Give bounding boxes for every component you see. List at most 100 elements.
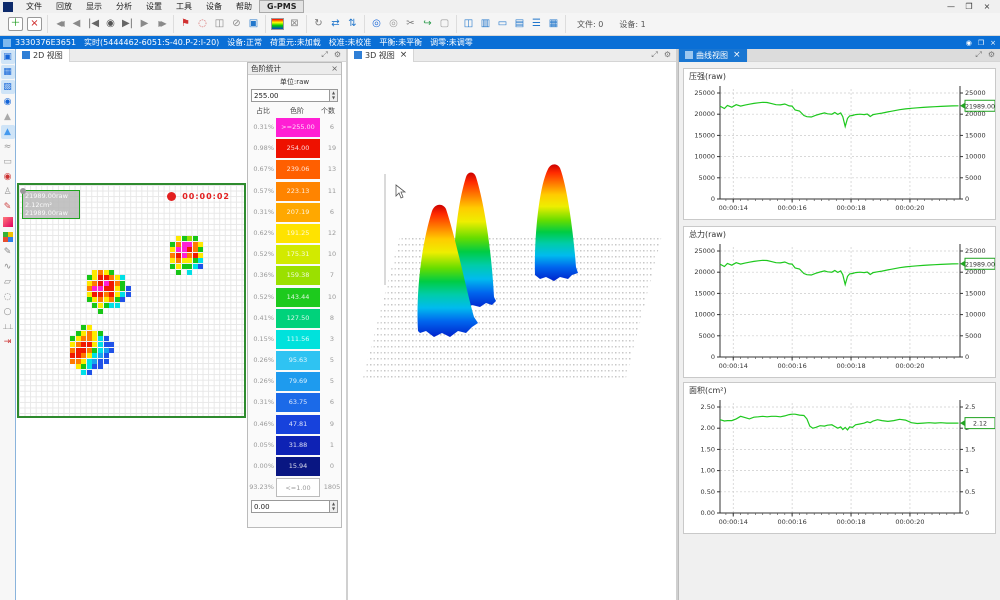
menu-回放[interactable]: 回放 xyxy=(49,0,79,13)
view-quad-icon[interactable]: ▦ xyxy=(1,65,15,79)
area-curve-chart[interactable]: 0.0000.500.51.0011.501.52.0022.502.500:0… xyxy=(684,397,995,533)
snapshot-icon[interactable]: ▣ xyxy=(245,16,262,32)
max-value-input[interactable]: 255.00 ▲▼ xyxy=(251,89,338,102)
level-calibrate-icon[interactable]: ⊥⊥ xyxy=(1,320,15,334)
colormap-icon[interactable] xyxy=(271,18,284,30)
camera-off-icon[interactable]: ⊘ xyxy=(228,16,245,32)
menu-帮助[interactable]: 帮助 xyxy=(229,0,259,13)
force-curve-chart[interactable]: 0050005000100001000015000150002000020000… xyxy=(684,241,995,377)
avg-curve-icon[interactable]: ≈ xyxy=(1,140,15,154)
region-icon[interactable]: ▢ xyxy=(436,16,453,32)
color-scale-header[interactable]: 色阶统计 × xyxy=(248,63,341,75)
mesh-tool-icon[interactable]: ▨ xyxy=(1,80,15,94)
close-view-icon[interactable]: × xyxy=(27,17,42,31)
min-value-input[interactable]: 0.00 ▲▼ xyxy=(251,500,338,513)
row-percent: 0.67% xyxy=(248,165,274,173)
measurement-tooltip[interactable]: 21989.00raw 2.12cm² 21989.00raw xyxy=(22,190,80,219)
dashed-circle-icon[interactable]: ◌ xyxy=(194,16,211,32)
polygon-icon[interactable]: ▱ xyxy=(1,275,15,289)
status-items: 设备:正常荷重元:未加载校准:未校准平衡:未平衡调零:未调零 xyxy=(227,37,481,48)
tab-3d-view[interactable]: 3D 视图 × xyxy=(348,49,414,62)
maximize-button[interactable]: ❐ xyxy=(962,0,976,13)
play-icon[interactable]: ▶ xyxy=(136,16,153,32)
add-view-icon[interactable]: ＋ xyxy=(8,17,23,31)
palette-grid-icon[interactable] xyxy=(1,230,15,244)
refresh-icon[interactable]: ↻ xyxy=(310,16,327,32)
gear-icon[interactable]: ⚙ xyxy=(334,50,341,60)
color-scale-row: 0.52%143.4410 xyxy=(248,287,341,308)
sensor-dot-icon[interactable]: ◉ xyxy=(1,95,15,109)
svg-text:0: 0 xyxy=(965,195,969,203)
probe-pen-icon[interactable]: ✎ xyxy=(1,200,15,214)
pressure-map-2d[interactable]: 21989.00raw 2.12cm² 21989.00raw 00:00:02 xyxy=(17,183,246,418)
max-spinner[interactable]: ▲▼ xyxy=(329,90,337,101)
expand-icon[interactable]: ⤢ xyxy=(975,50,981,60)
ellipse-nodes-icon[interactable]: ◌ xyxy=(1,290,15,304)
gear-icon[interactable]: ⚙ xyxy=(988,50,995,60)
menu-显示[interactable]: 显示 xyxy=(79,0,109,13)
minimize-button[interactable]: — xyxy=(944,0,958,13)
circle-tool-icon[interactable]: ○ xyxy=(1,305,15,319)
gradient-swatch-icon[interactable] xyxy=(1,215,15,229)
menu-设备[interactable]: 设备 xyxy=(199,0,229,13)
swap-vertical-icon[interactable]: ⇅ xyxy=(344,16,361,32)
record-target-icon[interactable]: ◉ xyxy=(1,170,15,184)
menu-G-PMS[interactable]: G-PMS xyxy=(259,0,304,13)
camera-icon[interactable]: ◫ xyxy=(211,16,228,32)
pressure-curve-chart[interactable]: 0050005000100001000015000150002000020000… xyxy=(684,83,995,219)
target-icon[interactable]: ◎ xyxy=(385,16,402,32)
main-area: ▣▦▨◉▲▲≈▭◉♙✎✎∿▱◌○⊥⊥⇥ 2D 视图 ⤢ ⚙ 21989.00ra… xyxy=(0,49,1000,600)
layout-grid-icon[interactable]: ▦ xyxy=(545,16,562,32)
statusbar-close-icon[interactable]: × xyxy=(990,39,996,47)
layout-monitor-icon[interactable]: ▤ xyxy=(511,16,528,32)
prism-3d-icon[interactable]: ▲ xyxy=(1,125,15,139)
skip-start-icon[interactable]: |◀ xyxy=(85,16,102,32)
tab-curve-view[interactable]: 曲线视图 × xyxy=(679,49,748,62)
target-active-icon[interactable]: ◎ xyxy=(368,16,385,32)
close-button[interactable]: × xyxy=(980,0,994,13)
min-spinner[interactable]: ▲▼ xyxy=(329,501,337,512)
menu-工具[interactable]: 工具 xyxy=(169,0,199,13)
tooltip-handle[interactable] xyxy=(20,188,26,194)
prism-flat-icon[interactable]: ▲ xyxy=(1,110,15,124)
chart-title: 面积(cm²) xyxy=(689,385,727,396)
svg-text:25000: 25000 xyxy=(965,247,986,255)
surface-3d-plot[interactable] xyxy=(348,62,676,600)
statusbar-record-icon[interactable]: ◉ xyxy=(966,39,972,47)
gear-icon[interactable]: ⚙ xyxy=(664,50,671,60)
expand-icon[interactable]: ⤢ xyxy=(651,50,657,60)
menu-分析[interactable]: 分析 xyxy=(109,0,139,13)
tab-2d-view[interactable]: 2D 视图 xyxy=(16,49,70,62)
user-probe-icon[interactable]: ♙ xyxy=(1,185,15,199)
view-2d-icon[interactable]: ▣ xyxy=(1,50,15,64)
expand-icon[interactable]: ⤢ xyxy=(321,50,327,60)
menu-设置[interactable]: 设置 xyxy=(139,0,169,13)
exit-tool-icon[interactable]: ⇥ xyxy=(1,335,15,349)
avg-box-icon[interactable]: ▭ xyxy=(1,155,15,169)
svg-text:5000: 5000 xyxy=(698,332,715,340)
record-stop-icon[interactable]: ◉ xyxy=(102,16,119,32)
export-icon[interactable]: ↪ xyxy=(419,16,436,32)
color-scale-close-icon[interactable]: × xyxy=(331,64,338,73)
layout-list-icon[interactable]: ☰ xyxy=(528,16,545,32)
eraser-icon[interactable]: ⊠ xyxy=(286,16,303,32)
statusbar-maximize-icon[interactable]: ❐ xyxy=(978,39,984,47)
pencil-icon[interactable]: ✎ xyxy=(1,245,15,259)
pin-marker-icon[interactable]: ⚑ xyxy=(177,16,194,32)
step-back-icon[interactable]: ◀ xyxy=(68,16,85,32)
rewind-icon[interactable]: ◀◀ xyxy=(51,16,68,32)
layout-frame-icon[interactable]: ▭ xyxy=(494,16,511,32)
skip-end-icon[interactable]: ▶| xyxy=(119,16,136,32)
pressure-cell xyxy=(193,264,198,269)
swap-horizontal-icon[interactable]: ⇄ xyxy=(327,16,344,32)
menu-文件[interactable]: 文件 xyxy=(19,0,49,13)
polyline-icon[interactable]: ∿ xyxy=(1,260,15,274)
tab-3d-close-icon[interactable]: × xyxy=(400,50,408,60)
layout-two-icon[interactable]: ◫ xyxy=(460,16,477,32)
device-status-bar: 3330376E3651 实时(5444462-6051:S-40.P-2:I-… xyxy=(0,36,1000,49)
layout-three-icon[interactable]: ▥ xyxy=(477,16,494,32)
cut-icon[interactable]: ✂ xyxy=(402,16,419,32)
pressure-cell xyxy=(182,236,187,241)
tab-curves-close-icon[interactable]: × xyxy=(733,50,741,60)
fast-forward-icon[interactable]: ▶▶ xyxy=(153,16,170,32)
